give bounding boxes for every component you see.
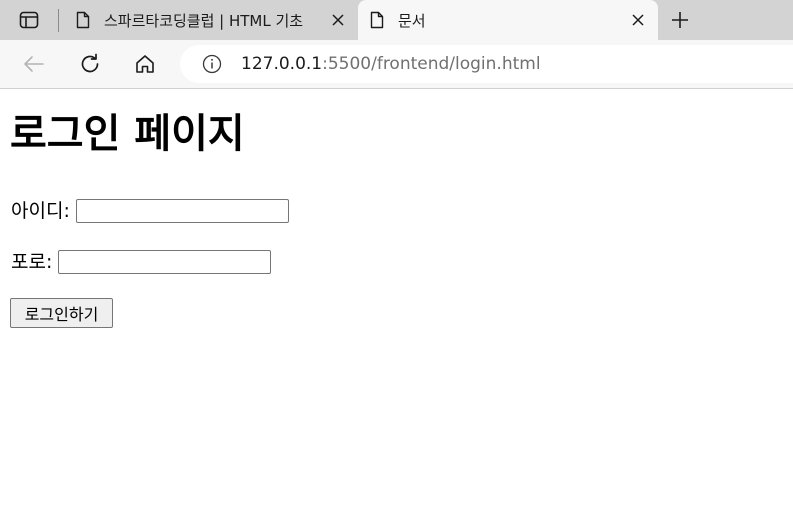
reload-button[interactable] <box>76 50 104 78</box>
tab-strip: 스파르타코딩클럽 | HTML 기초 문서 <box>0 0 793 40</box>
password-row: 포로: <box>11 250 272 274</box>
password-label: 포로: <box>11 251 53 273</box>
close-icon[interactable] <box>626 8 650 32</box>
page-title: 로그인 페이지 <box>10 111 245 157</box>
document-icon <box>76 10 92 30</box>
browser-toolbar: 127.0.0.1:5500/frontend/login.html <box>0 40 793 89</box>
tab-title: 스파르타코딩클럽 | HTML 기초 <box>104 11 304 30</box>
back-button[interactable] <box>20 50 48 78</box>
tab-document[interactable]: 문서 <box>358 0 658 40</box>
tab-separator <box>58 9 59 32</box>
page-content: 로그인 페이지 아이디: 포로: 로그인하기 <box>0 89 793 527</box>
tab-title: 문서 <box>398 11 426 30</box>
arrow-left-icon <box>24 56 44 72</box>
document-icon <box>370 10 386 30</box>
id-label: 아이디: <box>11 200 70 222</box>
tab-spartacoding[interactable]: 스파르타코딩클럽 | HTML 기초 <box>64 0 358 40</box>
home-icon <box>136 55 154 73</box>
tab-actions-icon[interactable] <box>14 9 44 31</box>
id-input[interactable] <box>75 199 289 223</box>
login-button[interactable]: 로그인하기 <box>10 298 113 328</box>
info-icon[interactable] <box>201 53 223 75</box>
url-text[interactable]: 127.0.0.1:5500/frontend/login.html <box>241 54 541 74</box>
password-input[interactable] <box>58 250 272 274</box>
new-tab-button[interactable] <box>668 8 692 32</box>
close-icon[interactable] <box>326 8 350 32</box>
reload-icon <box>81 53 99 73</box>
plus-icon <box>672 12 688 28</box>
url-path: :5500/frontend/login.html <box>322 54 541 74</box>
home-button[interactable] <box>131 50 159 78</box>
id-row: 아이디: <box>11 199 289 223</box>
url-host: 127.0.0.1 <box>241 54 323 74</box>
address-bar[interactable]: 127.0.0.1:5500/frontend/login.html <box>180 45 793 83</box>
